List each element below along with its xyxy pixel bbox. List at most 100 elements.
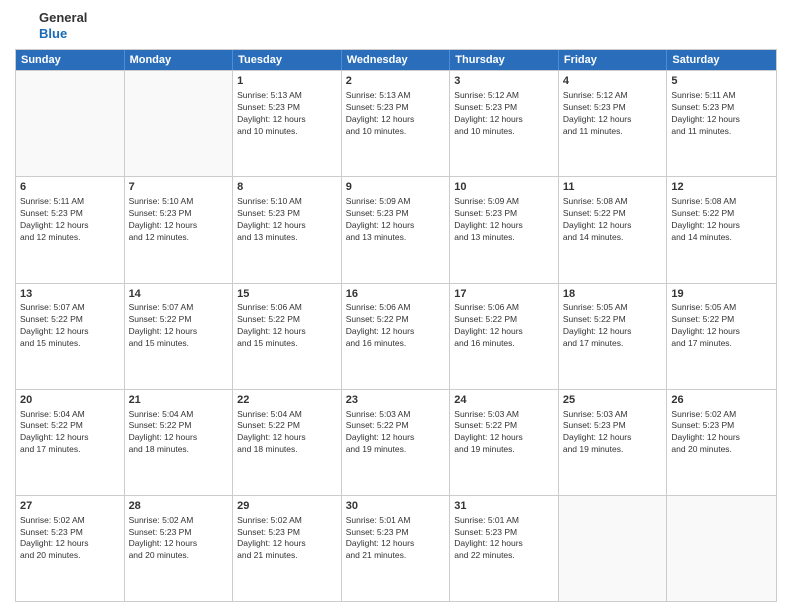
header-day-tuesday: Tuesday [233,50,342,70]
day-cell-12: 12Sunrise: 5:08 AM Sunset: 5:22 PM Dayli… [667,177,776,282]
day-number: 8 [237,180,337,195]
day-number: 7 [129,180,229,195]
day-cell-20: 20Sunrise: 5:04 AM Sunset: 5:22 PM Dayli… [16,390,125,495]
day-number: 16 [346,287,446,302]
logo: General Blue [15,10,87,41]
day-cell-28: 28Sunrise: 5:02 AM Sunset: 5:23 PM Dayli… [125,496,234,601]
day-info: Sunrise: 5:03 AM Sunset: 5:22 PM Dayligh… [346,409,446,457]
day-cell-19: 19Sunrise: 5:05 AM Sunset: 5:22 PM Dayli… [667,284,776,389]
day-number: 2 [346,74,446,89]
day-number: 1 [237,74,337,89]
empty-cell [16,71,125,176]
day-cell-4: 4Sunrise: 5:12 AM Sunset: 5:23 PM Daylig… [559,71,668,176]
empty-cell [667,496,776,601]
header-day-friday: Friday [559,50,668,70]
header: General Blue [15,10,777,41]
logo-text: General Blue [39,10,87,41]
day-info: Sunrise: 5:01 AM Sunset: 5:23 PM Dayligh… [454,515,554,563]
day-number: 18 [563,287,663,302]
day-number: 13 [20,287,120,302]
day-number: 6 [20,180,120,195]
day-cell-16: 16Sunrise: 5:06 AM Sunset: 5:22 PM Dayli… [342,284,451,389]
day-info: Sunrise: 5:04 AM Sunset: 5:22 PM Dayligh… [20,409,120,457]
day-number: 22 [237,393,337,408]
day-cell-17: 17Sunrise: 5:06 AM Sunset: 5:22 PM Dayli… [450,284,559,389]
day-number: 23 [346,393,446,408]
calendar: SundayMondayTuesdayWednesdayThursdayFrid… [15,49,777,602]
day-info: Sunrise: 5:04 AM Sunset: 5:22 PM Dayligh… [129,409,229,457]
day-cell-30: 30Sunrise: 5:01 AM Sunset: 5:23 PM Dayli… [342,496,451,601]
day-cell-25: 25Sunrise: 5:03 AM Sunset: 5:23 PM Dayli… [559,390,668,495]
day-info: Sunrise: 5:10 AM Sunset: 5:23 PM Dayligh… [129,196,229,244]
day-number: 25 [563,393,663,408]
day-info: Sunrise: 5:06 AM Sunset: 5:22 PM Dayligh… [237,302,337,350]
day-cell-6: 6Sunrise: 5:11 AM Sunset: 5:23 PM Daylig… [16,177,125,282]
day-cell-9: 9Sunrise: 5:09 AM Sunset: 5:23 PM Daylig… [342,177,451,282]
empty-cell [125,71,234,176]
day-number: 29 [237,499,337,514]
header-day-thursday: Thursday [450,50,559,70]
day-cell-8: 8Sunrise: 5:10 AM Sunset: 5:23 PM Daylig… [233,177,342,282]
day-cell-1: 1Sunrise: 5:13 AM Sunset: 5:23 PM Daylig… [233,71,342,176]
day-info: Sunrise: 5:13 AM Sunset: 5:23 PM Dayligh… [346,90,446,138]
day-number: 9 [346,180,446,195]
day-cell-14: 14Sunrise: 5:07 AM Sunset: 5:22 PM Dayli… [125,284,234,389]
day-cell-2: 2Sunrise: 5:13 AM Sunset: 5:23 PM Daylig… [342,71,451,176]
empty-cell [559,496,668,601]
header-day-monday: Monday [125,50,234,70]
day-info: Sunrise: 5:06 AM Sunset: 5:22 PM Dayligh… [454,302,554,350]
day-number: 5 [671,74,772,89]
day-info: Sunrise: 5:11 AM Sunset: 5:23 PM Dayligh… [671,90,772,138]
day-number: 12 [671,180,772,195]
day-number: 31 [454,499,554,514]
day-info: Sunrise: 5:08 AM Sunset: 5:22 PM Dayligh… [563,196,663,244]
day-info: Sunrise: 5:07 AM Sunset: 5:22 PM Dayligh… [20,302,120,350]
day-cell-15: 15Sunrise: 5:06 AM Sunset: 5:22 PM Dayli… [233,284,342,389]
day-info: Sunrise: 5:02 AM Sunset: 5:23 PM Dayligh… [129,515,229,563]
day-info: Sunrise: 5:12 AM Sunset: 5:23 PM Dayligh… [563,90,663,138]
day-cell-13: 13Sunrise: 5:07 AM Sunset: 5:22 PM Dayli… [16,284,125,389]
day-info: Sunrise: 5:03 AM Sunset: 5:22 PM Dayligh… [454,409,554,457]
day-info: Sunrise: 5:02 AM Sunset: 5:23 PM Dayligh… [671,409,772,457]
day-cell-21: 21Sunrise: 5:04 AM Sunset: 5:22 PM Dayli… [125,390,234,495]
day-number: 21 [129,393,229,408]
day-cell-5: 5Sunrise: 5:11 AM Sunset: 5:23 PM Daylig… [667,71,776,176]
day-info: Sunrise: 5:08 AM Sunset: 5:22 PM Dayligh… [671,196,772,244]
day-number: 19 [671,287,772,302]
day-cell-29: 29Sunrise: 5:02 AM Sunset: 5:23 PM Dayli… [233,496,342,601]
day-number: 26 [671,393,772,408]
week-row-3: 20Sunrise: 5:04 AM Sunset: 5:22 PM Dayli… [16,389,776,495]
day-cell-3: 3Sunrise: 5:12 AM Sunset: 5:23 PM Daylig… [450,71,559,176]
day-number: 10 [454,180,554,195]
day-cell-11: 11Sunrise: 5:08 AM Sunset: 5:22 PM Dayli… [559,177,668,282]
day-cell-27: 27Sunrise: 5:02 AM Sunset: 5:23 PM Dayli… [16,496,125,601]
day-cell-18: 18Sunrise: 5:05 AM Sunset: 5:22 PM Dayli… [559,284,668,389]
day-number: 27 [20,499,120,514]
day-info: Sunrise: 5:02 AM Sunset: 5:23 PM Dayligh… [20,515,120,563]
day-info: Sunrise: 5:07 AM Sunset: 5:22 PM Dayligh… [129,302,229,350]
header-day-saturday: Saturday [667,50,776,70]
day-info: Sunrise: 5:02 AM Sunset: 5:23 PM Dayligh… [237,515,337,563]
day-number: 20 [20,393,120,408]
header-day-wednesday: Wednesday [342,50,451,70]
day-number: 11 [563,180,663,195]
day-info: Sunrise: 5:11 AM Sunset: 5:23 PM Dayligh… [20,196,120,244]
header-day-sunday: Sunday [16,50,125,70]
day-cell-24: 24Sunrise: 5:03 AM Sunset: 5:22 PM Dayli… [450,390,559,495]
day-info: Sunrise: 5:06 AM Sunset: 5:22 PM Dayligh… [346,302,446,350]
week-row-2: 13Sunrise: 5:07 AM Sunset: 5:22 PM Dayli… [16,283,776,389]
week-row-1: 6Sunrise: 5:11 AM Sunset: 5:23 PM Daylig… [16,176,776,282]
day-cell-22: 22Sunrise: 5:04 AM Sunset: 5:22 PM Dayli… [233,390,342,495]
day-number: 24 [454,393,554,408]
week-row-0: 1 Sunrise: 5:13 AM Sunset: 5:23 PM Daylig… [16,70,776,176]
calendar-body: 1 Sunrise: 5:13 AM Sunset: 5:23 PM Daylig… [16,70,776,601]
day-number: 30 [346,499,446,514]
day-number: 4 [563,74,663,89]
week-row-4: 27Sunrise: 5:02 AM Sunset: 5:23 PM Dayli… [16,495,776,601]
day-info: Sunrise: 5:04 AM Sunset: 5:22 PM Dayligh… [237,409,337,457]
calendar-header: SundayMondayTuesdayWednesdayThursdayFrid… [16,50,776,70]
day-number: 15 [237,287,337,302]
day-number: 17 [454,287,554,302]
day-number: 14 [129,287,229,302]
day-cell-10: 10Sunrise: 5:09 AM Sunset: 5:23 PM Dayli… [450,177,559,282]
